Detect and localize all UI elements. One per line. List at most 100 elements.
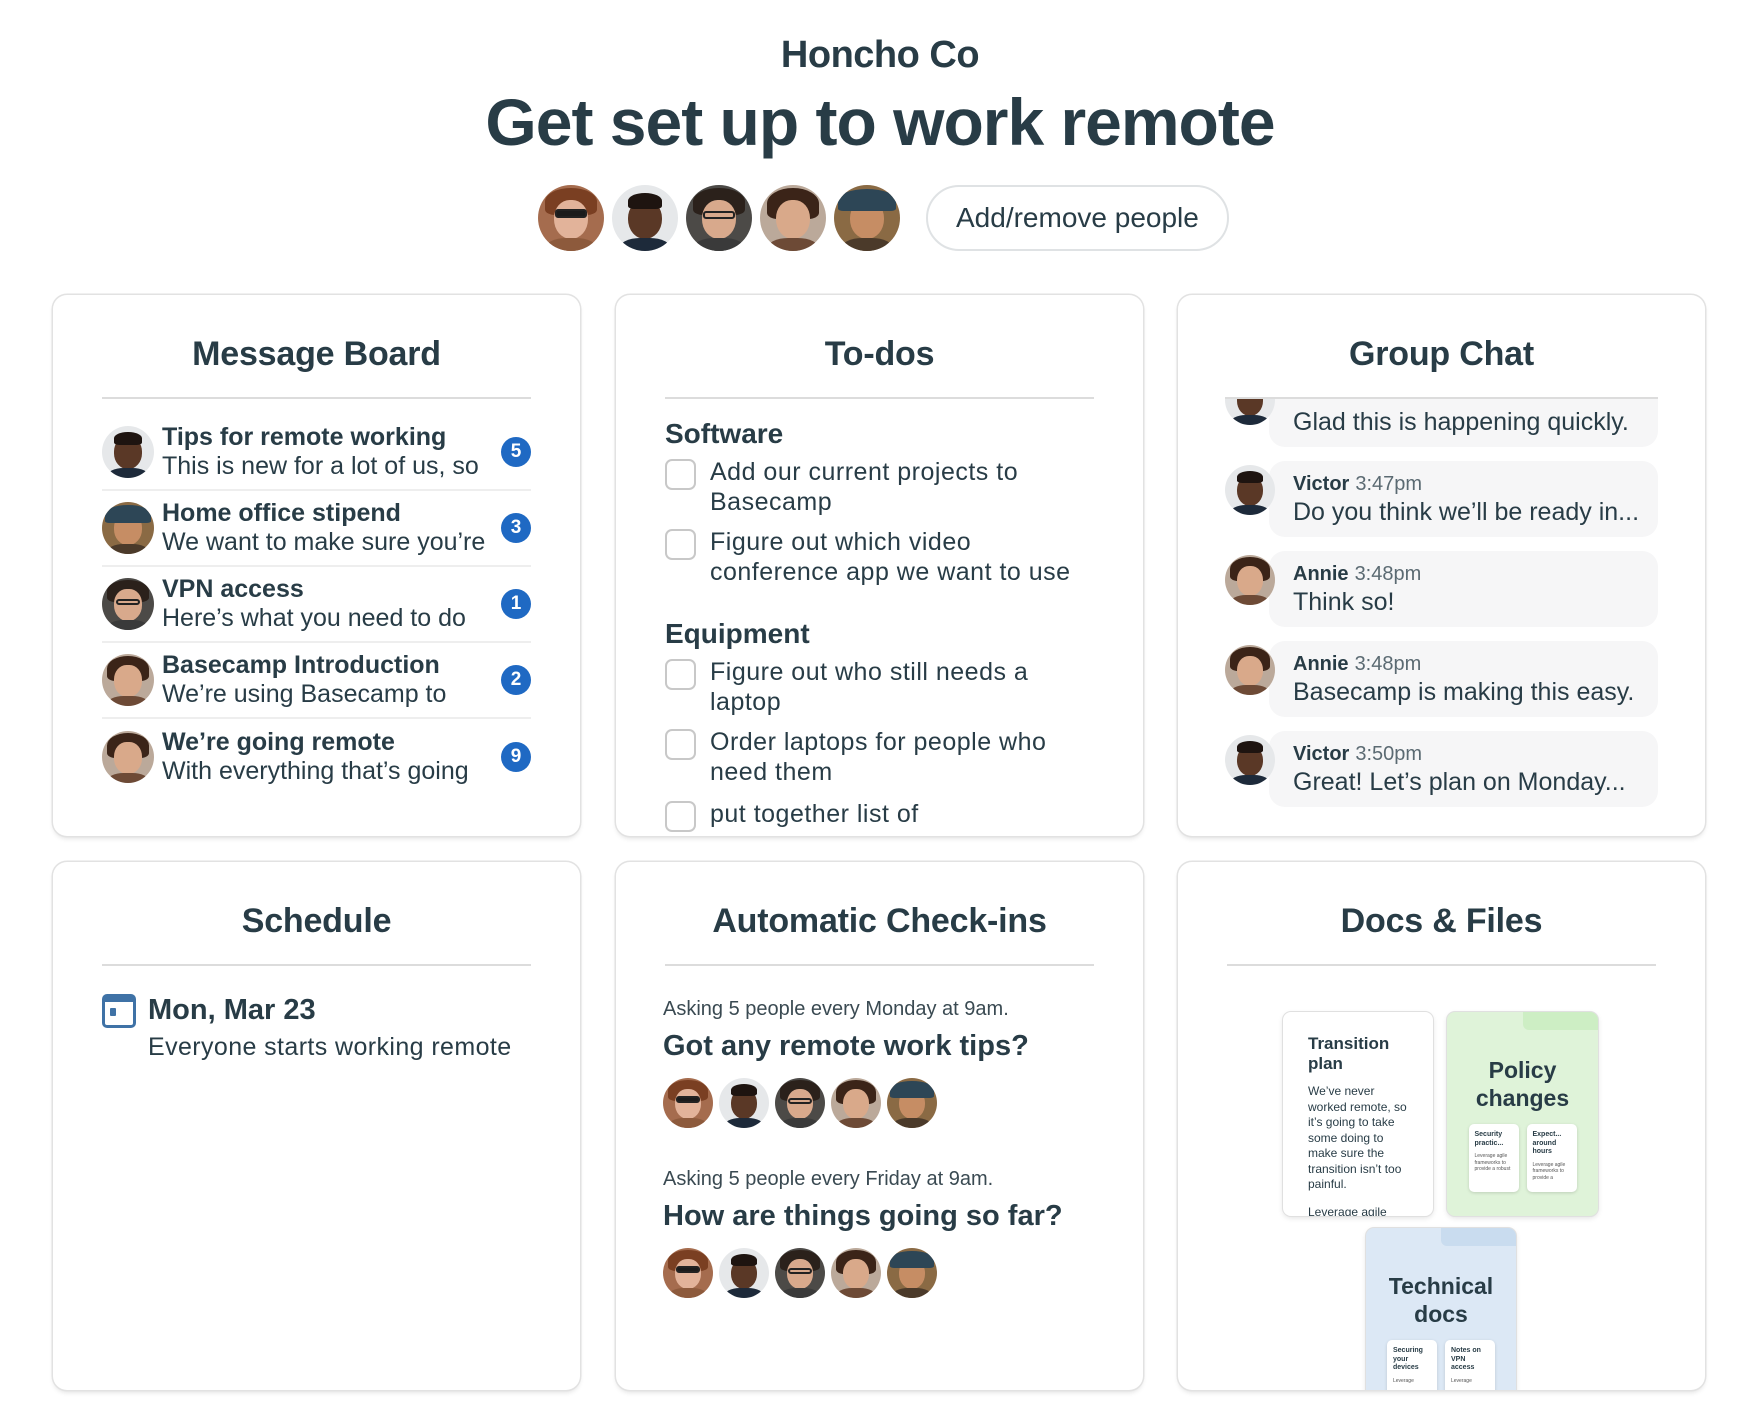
group-chat-card[interactable]: Group Chat Glad this is happening quickl… bbox=[1178, 295, 1705, 836]
todo-checkbox[interactable] bbox=[665, 729, 696, 760]
document-excerpt-more: Leverage agile bbox=[1308, 1204, 1387, 1217]
avatar[interactable] bbox=[612, 185, 678, 251]
list-item[interactable]: Home office stipend We want to make sure… bbox=[102, 491, 531, 567]
card-title[interactable]: Schedule bbox=[53, 902, 580, 941]
avatar bbox=[102, 502, 154, 554]
todo-group-title[interactable]: Equipment bbox=[665, 617, 1094, 651]
event-date: Mon, Mar 23 bbox=[148, 994, 316, 1026]
divider bbox=[1225, 397, 1658, 399]
chat-time: 3:50pm bbox=[1355, 743, 1423, 765]
mini-document: Expect... around hours Leverage agile fr… bbox=[1526, 1124, 1577, 1192]
avatar bbox=[831, 1078, 881, 1128]
mini-document-title: Expect... around hours bbox=[1532, 1131, 1562, 1155]
mini-document-text: Leverage agile frameworks to provide a r… bbox=[1474, 1153, 1511, 1172]
avatar bbox=[1225, 645, 1275, 695]
todo-checkbox[interactable] bbox=[665, 459, 696, 490]
chat-author: Annie bbox=[1293, 563, 1349, 585]
todos-card[interactable]: To-dos Software Add our current projects… bbox=[616, 295, 1143, 836]
message-title: Tips for remote working bbox=[162, 423, 447, 451]
todo-label[interactable]: put together list of bbox=[710, 799, 919, 829]
checkin-schedule: Asking 5 people every Friday at 9am. bbox=[663, 1168, 994, 1190]
todo-checkbox[interactable] bbox=[665, 659, 696, 690]
mini-document: Security practic... Leverage agile frame… bbox=[1468, 1124, 1519, 1192]
checkin-schedule: Asking 5 people every Monday at 9am. bbox=[663, 998, 1009, 1020]
avatar bbox=[887, 1078, 937, 1128]
card-title[interactable]: To-dos bbox=[616, 335, 1143, 374]
chat-author: Annie bbox=[1293, 653, 1349, 675]
avatar bbox=[775, 1248, 825, 1298]
schedule-event[interactable]: Mon, Mar 23 Everyone starts working remo… bbox=[102, 992, 531, 1062]
todo-label[interactable]: Order laptops for people who need them bbox=[710, 727, 1094, 787]
list-item[interactable]: VPN access Here’s what you need to do 1 bbox=[102, 567, 531, 643]
message-title: Home office stipend bbox=[162, 499, 401, 527]
card-title[interactable]: Message Board bbox=[53, 335, 580, 374]
avatar bbox=[1225, 465, 1275, 515]
company-name[interactable]: Honcho Co bbox=[0, 34, 1760, 77]
page-title: Get set up to work remote bbox=[485, 85, 1275, 159]
chat-message: Victor 3:50pm Great! Let’s plan on Monday… bbox=[1225, 731, 1658, 807]
chat-text: Do you think we’ll be ready in... bbox=[1293, 498, 1640, 526]
chat-author: Victor bbox=[1293, 743, 1350, 765]
chat-text: Great! Let’s plan on Monday... bbox=[1293, 768, 1626, 796]
checkin-question[interactable]: Asking 5 people every Monday at 9am. Got… bbox=[663, 996, 1094, 1128]
avatar[interactable] bbox=[686, 185, 752, 251]
avatar bbox=[719, 1248, 769, 1298]
chat-author: Victor bbox=[1293, 473, 1350, 495]
todo-item: put together list of bbox=[665, 799, 1094, 832]
schedule-card[interactable]: Schedule Mon, Mar 23 Everyone starts wor… bbox=[53, 862, 580, 1390]
checkins-card[interactable]: Automatic Check-ins Asking 5 people ever… bbox=[616, 862, 1143, 1390]
mini-document-text: Leverage agile frameworks to provide a bbox=[1532, 1161, 1566, 1181]
todo-checkbox[interactable] bbox=[665, 801, 696, 832]
mini-document: Securing your devices Leverage bbox=[1387, 1340, 1437, 1390]
message-title: We’re going remote bbox=[162, 728, 395, 756]
list-item[interactable]: Tips for remote working This is new for … bbox=[102, 415, 531, 491]
folder-policy-changes[interactable]: Policy changes Security practic... Lever… bbox=[1447, 1012, 1598, 1216]
avatar bbox=[663, 1078, 713, 1128]
folder-technical-docs[interactable]: Technical docs Securing your devices Lev… bbox=[1366, 1228, 1516, 1390]
document-transition-plan[interactable]: Transition plan We’ve never worked remot… bbox=[1283, 1012, 1433, 1216]
avatar bbox=[831, 1248, 881, 1298]
avatar bbox=[102, 426, 154, 478]
avatar[interactable] bbox=[538, 185, 604, 251]
message-list: Tips for remote working This is new for … bbox=[102, 415, 531, 836]
chat-text: Glad this is happening quickly. bbox=[1293, 408, 1629, 436]
card-title[interactable]: Group Chat bbox=[1178, 335, 1705, 374]
checkin-prompt: Got any remote work tips? bbox=[663, 1030, 1029, 1062]
todo-checkbox[interactable] bbox=[665, 529, 696, 560]
divider bbox=[665, 397, 1094, 399]
add-remove-people-button[interactable]: Add/remove people bbox=[926, 185, 1229, 251]
checkin-prompt: How are things going so far? bbox=[663, 1200, 1063, 1232]
chat-text: Basecamp is making this easy. bbox=[1293, 678, 1635, 706]
calendar-icon bbox=[102, 994, 136, 1028]
message-excerpt: We’re using Basecamp to bbox=[162, 680, 447, 708]
list-item[interactable]: We’re going remote With everything that’… bbox=[102, 719, 531, 795]
avatar bbox=[1225, 735, 1275, 785]
todo-label[interactable]: Figure out who still needs a laptop bbox=[710, 657, 1094, 717]
todo-label[interactable]: Figure out which video conference app we… bbox=[710, 527, 1094, 587]
project-people: Add/remove people bbox=[538, 184, 1229, 252]
todo-item: Order laptops for people who need them bbox=[665, 727, 1094, 787]
chat-message: Victor 3:47pm Do you think we’ll be ready… bbox=[1225, 461, 1658, 537]
avatar bbox=[1225, 399, 1275, 425]
checkin-people bbox=[663, 1248, 1094, 1298]
checkin-question[interactable]: Asking 5 people every Friday at 9am. How… bbox=[663, 1166, 1094, 1298]
message-excerpt: Here’s what you need to do bbox=[162, 604, 466, 632]
message-board-card[interactable]: Message Board Tips for remote working Th… bbox=[53, 295, 580, 836]
divider bbox=[1227, 964, 1656, 966]
avatar[interactable] bbox=[834, 185, 900, 251]
avatar[interactable] bbox=[760, 185, 826, 251]
card-title[interactable]: Docs & Files bbox=[1178, 902, 1705, 941]
todo-label[interactable]: Add our current projects to Basecamp bbox=[710, 457, 1094, 517]
todo-group-title[interactable]: Software bbox=[665, 417, 1094, 451]
chat-transcript[interactable]: Glad this is happening quickly. Victor 3:… bbox=[1225, 399, 1658, 836]
message-title: Basecamp Introduction bbox=[162, 651, 440, 679]
document-excerpt: We’ve never worked remote, so it’s going… bbox=[1308, 1084, 1407, 1191]
mini-document-title: Security practic... bbox=[1474, 1131, 1504, 1147]
list-item[interactable]: Basecamp Introduction We’re using Baseca… bbox=[102, 643, 531, 719]
comment-count-badge: 1 bbox=[501, 589, 531, 619]
avatar bbox=[887, 1248, 937, 1298]
avatar bbox=[102, 654, 154, 706]
avatar bbox=[663, 1248, 713, 1298]
card-title[interactable]: Automatic Check-ins bbox=[616, 902, 1143, 941]
docs-files-card[interactable]: Docs & Files Transition plan We’ve never… bbox=[1178, 862, 1705, 1390]
